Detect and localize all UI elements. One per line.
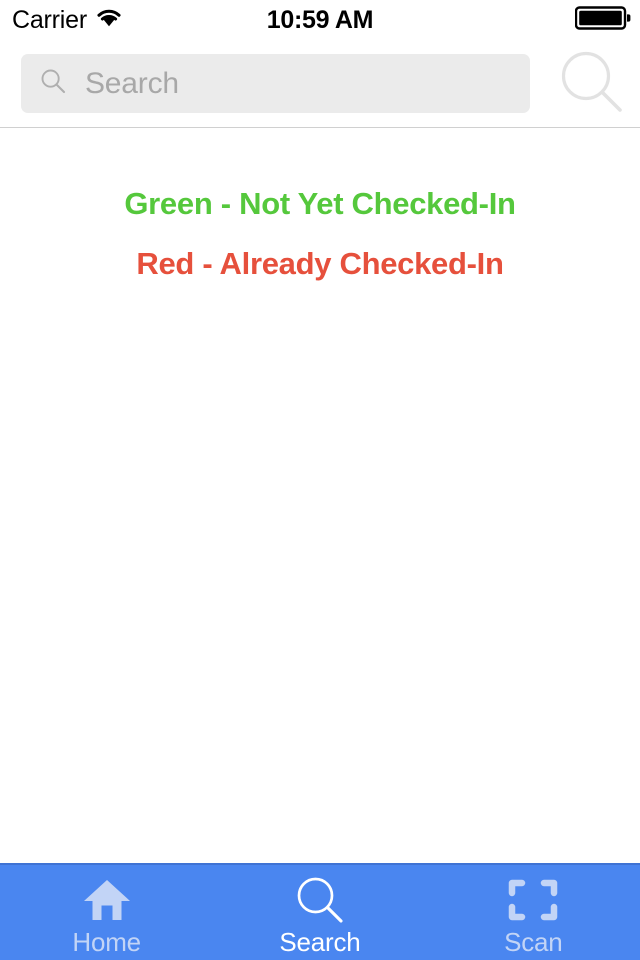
tab-bar: Home Search Scan — [0, 863, 640, 960]
search-header — [0, 40, 640, 128]
search-submit-button[interactable] — [556, 48, 628, 120]
legend-not-checked-in: Green - Not Yet Checked-In — [124, 186, 516, 221]
tab-scan[interactable]: Scan — [427, 865, 640, 960]
home-icon — [82, 875, 132, 925]
status-bar-right — [574, 0, 631, 40]
search-icon — [39, 67, 67, 100]
battery-full-icon — [574, 5, 631, 35]
search-field[interactable] — [21, 54, 530, 113]
content-area: Green - Not Yet Checked-In Red - Already… — [0, 128, 640, 863]
search-icon — [559, 49, 625, 118]
search-icon — [295, 875, 345, 925]
tab-scan-label: Scan — [504, 926, 563, 957]
scan-frame-icon — [508, 875, 558, 925]
tab-search-label: Search — [279, 926, 361, 957]
status-bar-time: 10:59 AM — [266, 5, 374, 34]
search-input[interactable] — [85, 54, 530, 113]
legend-already-checked-in: Red - Already Checked-In — [136, 246, 504, 281]
checkin-legend: Green - Not Yet Checked-In Red - Already… — [0, 188, 640, 279]
tab-home[interactable]: Home — [0, 865, 213, 960]
tab-search[interactable]: Search — [213, 865, 426, 960]
app-root: Carrier 10:59 AM Search Green - Not Yet … — [0, 0, 640, 960]
status-bar: Carrier 10:59 AM — [0, 0, 640, 40]
tab-home-label: Home — [72, 926, 141, 957]
